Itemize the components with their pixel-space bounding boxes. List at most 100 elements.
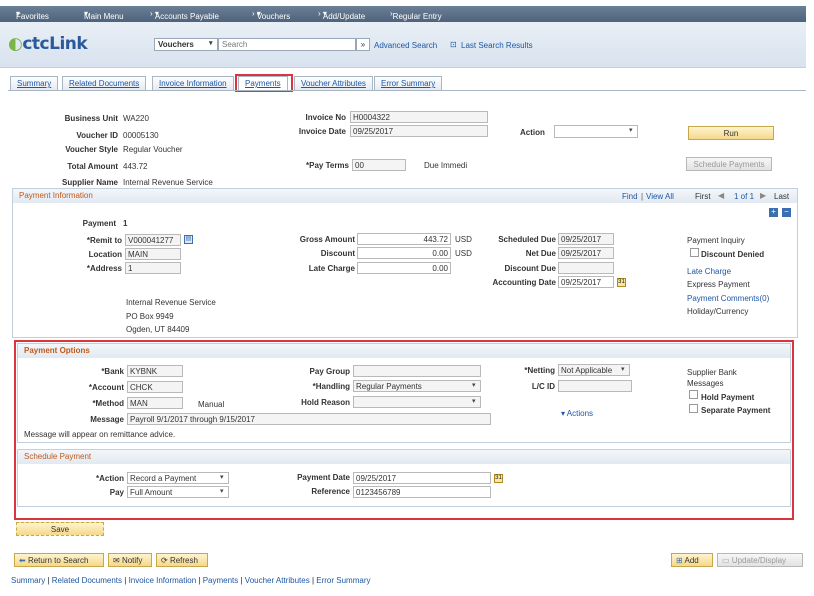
pay-dropdown[interactable]: Full Amount ▾: [127, 486, 229, 498]
schedule-action-dropdown[interactable]: Record a Payment ▾: [127, 472, 229, 484]
address-field: 1: [125, 262, 181, 274]
footer-link-summary[interactable]: Summary: [11, 576, 45, 585]
add-icon: ⊞: [676, 556, 683, 565]
prev-icon[interactable]: ◀: [718, 191, 724, 200]
voucher-id-label: Voucher ID: [76, 131, 118, 140]
scheduled-due-label: Scheduled Due: [498, 235, 556, 244]
address-line-2: PO Box 9949: [126, 312, 174, 321]
bank-label: *Bank: [101, 367, 124, 376]
footer-link-payments[interactable]: Payments: [203, 576, 239, 585]
nav-bar: Favorites ▾ Main Menu ▾ › Accounts Payab…: [0, 6, 806, 22]
tab-divider: [8, 90, 806, 91]
late-charge-field[interactable]: 0.00: [357, 262, 451, 274]
update-display-button[interactable]: ▭ Update/Display: [717, 553, 803, 567]
payment-options-section: [17, 343, 791, 443]
footer-link-voucher-attributes[interactable]: Voucher Attributes: [245, 576, 310, 585]
remittance-note: Message will appear on remittance advice…: [24, 430, 176, 439]
pay-terms-label: *Pay Terms: [306, 161, 349, 170]
net-due-field: 09/25/2017: [558, 247, 614, 259]
address-label: *Address: [86, 264, 122, 273]
add-row-icon[interactable]: +: [769, 208, 778, 217]
payment-number: 1: [123, 219, 128, 228]
total-amount-value: 443.72: [123, 162, 148, 171]
tab-summary[interactable]: Summary: [10, 76, 59, 90]
payment-date-field[interactable]: 09/25/2017: [353, 472, 491, 484]
delete-row-icon[interactable]: −: [782, 208, 791, 217]
search-type-select[interactable]: Vouchers ▾: [154, 38, 218, 51]
method-label: *Method: [92, 399, 124, 408]
search-input[interactable]: Search: [218, 38, 356, 51]
discount-field[interactable]: 0.00: [357, 247, 451, 259]
payment-label: Payment: [82, 219, 116, 228]
netting-label: *Netting: [524, 366, 555, 375]
discount-due-label: Discount Due: [504, 264, 556, 273]
tab-related-documents[interactable]: Related Documents: [62, 76, 147, 90]
favorites-menu[interactable]: Favorites ▾: [16, 9, 49, 21]
calendar-icon[interactable]: 31: [617, 278, 626, 287]
message-field: Payroll 9/1/2017 through 9/15/2017: [127, 413, 491, 425]
separate-payment-checkbox[interactable]: [689, 404, 698, 413]
return-to-search-button[interactable]: ⬅ Return to Search: [14, 553, 104, 567]
netting-dropdown[interactable]: Not Applicable ▾: [558, 364, 630, 376]
discount-denied-label: Discount Denied: [701, 250, 765, 259]
remit-to-field: V000041277: [125, 234, 181, 246]
search-go-icon[interactable]: »: [356, 38, 370, 51]
footer-link-related-documents[interactable]: Related Documents: [52, 576, 122, 585]
gross-amount-label: Gross Amount: [299, 235, 355, 244]
messages-text: Messages: [687, 379, 724, 388]
schedule-payments-button[interactable]: Schedule Payments: [686, 157, 772, 171]
advanced-search-link[interactable]: Advanced Search: [374, 41, 437, 50]
accounting-date-field[interactable]: 09/25/2017: [558, 276, 614, 288]
payment-comments-link[interactable]: Payment Comments(0): [687, 294, 769, 303]
payment-information-header: Payment Information: [13, 189, 797, 203]
invoice-date-field: 09/25/2017: [350, 125, 488, 137]
breadcrumb-vouchers[interactable]: › Vouchers ▾: [252, 9, 290, 21]
supplier-name-value: Internal Revenue Service: [123, 178, 213, 187]
run-button[interactable]: Run: [688, 126, 774, 140]
scheduled-due-field: 09/25/2017: [558, 233, 614, 245]
pay-terms-desc: Due Immedi: [424, 161, 468, 170]
supplier-lookup-icon[interactable]: ▤: [184, 235, 193, 244]
gross-currency: USD: [455, 235, 472, 244]
footer-link-error-summary[interactable]: Error Summary: [316, 576, 370, 585]
footer-link-invoice-information[interactable]: Invoice Information: [129, 576, 197, 585]
handling-dropdown[interactable]: Regular Payments ▾: [353, 380, 481, 392]
row-count: 1 of 1: [734, 192, 755, 201]
supplier-name-label: Supplier Name: [61, 178, 118, 187]
find-link[interactable]: Find: [622, 192, 638, 201]
save-button[interactable]: Save: [16, 522, 104, 536]
action-dropdown[interactable]: ▾: [554, 125, 638, 138]
first-label: First: [695, 192, 711, 201]
address-line-3: Ogden, UT 84409: [126, 325, 190, 334]
actions-link[interactable]: ▾ Actions: [561, 409, 593, 418]
tab-error-summary[interactable]: Error Summary: [374, 76, 443, 90]
address-line-1: Internal Revenue Service: [126, 298, 216, 307]
refresh-button[interactable]: ⟳ Refresh: [156, 553, 208, 567]
breadcrumb-regular-entry[interactable]: › Regular Entry: [390, 9, 442, 21]
breadcrumb-accounts-payable[interactable]: › Accounts Payable ▾: [150, 9, 219, 21]
add-button[interactable]: ⊞ Add: [671, 553, 713, 567]
location-label: Location: [88, 250, 122, 259]
pay-label: Pay: [109, 488, 124, 497]
tab-invoice-information[interactable]: Invoice Information: [152, 76, 234, 90]
breadcrumb-add-update[interactable]: › Add/Update ▾: [318, 9, 365, 21]
remit-to-label: *Remit to: [86, 236, 122, 245]
payment-date-calendar-icon[interactable]: 31: [494, 474, 503, 483]
tab-voucher-attributes[interactable]: Voucher Attributes: [294, 76, 373, 90]
gross-amount-field[interactable]: 443.72: [357, 233, 451, 245]
account-field: CHCK: [127, 381, 183, 393]
last-search-link[interactable]: Last Search Results: [461, 41, 533, 50]
discount-denied-checkbox[interactable]: [690, 248, 699, 257]
next-icon[interactable]: ▶: [760, 191, 766, 200]
payment-options-header: Payment Options: [18, 344, 790, 358]
ctclink-logo: ◐ctcLink: [8, 34, 88, 54]
hold-payment-checkbox[interactable]: [689, 390, 698, 399]
reference-field[interactable]: 0123456789: [353, 486, 491, 498]
hold-reason-label: Hold Reason: [301, 398, 350, 407]
hold-payment-label: Hold Payment: [701, 393, 755, 402]
main-menu[interactable]: Main Menu ▾: [84, 9, 124, 21]
view-all-link[interactable]: View All: [646, 192, 674, 201]
notify-button[interactable]: ✉ Notify: [108, 553, 152, 567]
late-charge-link[interactable]: Late Charge: [687, 267, 731, 276]
hold-reason-dropdown[interactable]: ▾: [353, 396, 481, 408]
